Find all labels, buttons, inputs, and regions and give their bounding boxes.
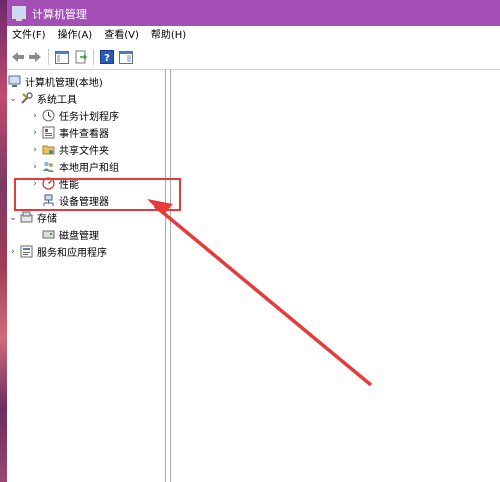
computer-management-window: 计算机管理 文件(F) 操作(A) 查看(V) 帮助(H) ? 计算机管理(本地… (7, 0, 500, 482)
chevron-right-icon[interactable]: › (30, 128, 40, 138)
event-viewer-icon (42, 126, 55, 139)
computer-management-icon (12, 6, 26, 21)
chevron-down-icon[interactable]: ⌄ (8, 94, 18, 104)
svg-text:?: ? (104, 53, 110, 64)
tree-item-device-manager[interactable]: 设备管理器 (42, 192, 109, 209)
chevron-right-icon[interactable]: › (30, 111, 40, 121)
tree-item-task-scheduler[interactable]: › 任务计划程序 (30, 107, 119, 124)
chevron-right-icon[interactable]: › (30, 179, 40, 189)
chevron-right-icon[interactable]: › (30, 145, 40, 155)
forward-arrow-icon[interactable] (27, 49, 43, 65)
chevron-down-icon[interactable]: ⌄ (8, 213, 18, 223)
users-icon (42, 160, 55, 173)
tree-item-services-applications[interactable]: › 服务和应用程序 (8, 243, 107, 260)
tree-item-label: 共享文件夹 (59, 146, 109, 157)
tree-item-event-viewer[interactable]: › 事件查看器 (30, 124, 109, 141)
tree-item-label: 设备管理器 (59, 197, 109, 208)
toolbar-separator (48, 49, 49, 65)
tools-icon (20, 92, 33, 105)
tree-item-label: 磁盘管理 (59, 231, 99, 242)
tree-item-label: 本地用户和组 (59, 163, 119, 174)
menu-bar: 文件(F) 操作(A) 查看(V) 帮助(H) (7, 26, 500, 45)
details-pane (170, 70, 500, 482)
tree-item-system-tools[interactable]: ⌄ 系统工具 (8, 90, 77, 107)
computer-management-icon (8, 75, 21, 88)
tree-item-label: 存储 (37, 214, 57, 225)
title-bar[interactable]: 计算机管理 (7, 0, 500, 26)
toolbar: ? (7, 45, 500, 70)
disk-management-icon (42, 228, 55, 241)
menu-view[interactable]: 查看(V) (98, 26, 145, 45)
tree-item-local-users-groups[interactable]: › 本地用户和组 (30, 158, 119, 175)
menu-file[interactable]: 文件(F) (7, 26, 52, 45)
console-tree-pane: 计算机管理(本地) ⌄ 系统工具 › 任务计划程序 › 事件查看器 › 共享文件… (7, 70, 166, 482)
tree-item-label: 事件查看器 (59, 129, 109, 140)
toolbar-separator (93, 49, 94, 65)
shared-folder-icon (42, 143, 55, 156)
show-action-pane-icon[interactable] (118, 49, 134, 65)
menu-help[interactable]: 帮助(H) (145, 26, 192, 45)
window-title: 计算机管理 (32, 8, 87, 21)
tree-item-disk-management[interactable]: 磁盘管理 (42, 226, 99, 243)
tree-item-label: 性能 (59, 180, 79, 191)
back-arrow-icon[interactable] (10, 49, 26, 65)
show-hide-console-tree-icon[interactable] (54, 49, 70, 65)
tree-item-performance[interactable]: › 性能 (30, 175, 79, 192)
tree-item-label: 系统工具 (37, 95, 77, 106)
help-icon[interactable]: ? (99, 49, 115, 65)
services-icon (20, 245, 33, 258)
tree-item-label: 计算机管理(本地) (25, 78, 103, 89)
desktop-background-strip (0, 0, 7, 482)
tree-item-computer-management-local[interactable]: 计算机管理(本地) (8, 73, 103, 90)
device-manager-icon (42, 194, 55, 207)
tree-item-label: 服务和应用程序 (37, 248, 107, 259)
performance-gauge-icon (42, 177, 55, 190)
menu-action[interactable]: 操作(A) (52, 26, 99, 45)
storage-icon (20, 211, 33, 224)
chevron-right-icon[interactable]: › (30, 162, 40, 172)
tree-item-shared-folders[interactable]: › 共享文件夹 (30, 141, 109, 158)
tree-item-storage[interactable]: ⌄ 存储 (8, 209, 57, 226)
chevron-right-icon[interactable]: › (8, 247, 18, 257)
clock-icon (42, 109, 55, 122)
tree-item-label: 任务计划程序 (59, 112, 119, 123)
export-list-icon[interactable] (73, 49, 89, 65)
